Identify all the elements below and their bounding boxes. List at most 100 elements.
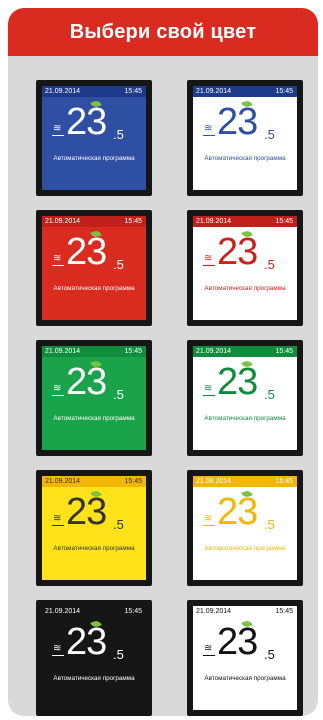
mode-label: Автоматическая программа xyxy=(204,415,286,422)
time-label: 15:45 xyxy=(124,478,142,485)
mode-label: Автоматическая программа xyxy=(53,545,135,552)
mode-label: Автоматическая программа xyxy=(204,285,286,292)
mode-label: Автоматическая программа xyxy=(204,155,286,162)
theme-row-red: 21.09.2014 15:45 ≋ 23 .5 Автоматическая прогр… xyxy=(36,210,306,326)
status-bar: 21.09.2014 15:45 xyxy=(42,86,146,97)
theme-option-yellow-white[interactable]: 21.09.2014 15:45 ≋ 23 .5 Автоматическая прогр… xyxy=(187,470,303,586)
temperature-value: 23 xyxy=(217,621,258,663)
heating-icon-underline xyxy=(203,265,215,266)
time-label: 15:45 xyxy=(124,88,142,95)
date-label: 21.09.2014 xyxy=(196,348,232,355)
heating-icon: ≋ xyxy=(204,513,213,524)
heating-icon-underline xyxy=(52,395,64,396)
theme-row-blue: 21.09.2014 15:45 ≋ 23 .5 Автоматическая прогр… xyxy=(36,80,306,196)
theme-option-black-filled[interactable]: 21.09.2014 15:45 ≋ 23 .5 Автоматическая прогр… xyxy=(36,600,152,716)
theme-option-green-white[interactable]: 21.09.2014 15:45 ≋ 23 .5 Автоматическая прогр… xyxy=(187,340,303,456)
thermostat-screen: 21.09.2014 15:45 ≋ 23 .5 Автоматическая прогр… xyxy=(42,216,146,320)
temperature-decimal: .5 xyxy=(264,647,275,662)
date-label: 21.09.2014 xyxy=(196,88,232,95)
heating-icon: ≋ xyxy=(204,383,213,394)
time-label: 15:45 xyxy=(275,218,293,225)
thermostat-screen: 21.09.2014 15:45 ≋ 23 .5 Автоматическая прогр… xyxy=(42,346,146,450)
temperature-value: 23 xyxy=(217,231,258,273)
theme-option-blue-filled[interactable]: 21.09.2014 15:45 ≋ 23 .5 Автоматическая прогр… xyxy=(36,80,152,196)
temperature-value: 23 xyxy=(217,491,258,533)
status-bar: 21.09.2014 15:45 xyxy=(193,476,297,487)
heating-icon: ≋ xyxy=(53,253,62,264)
heating-icon-underline xyxy=(52,135,64,136)
time-label: 15:45 xyxy=(275,88,293,95)
thermostat-screen: 21.09.2014 15:45 ≋ 23 .5 Автоматическая прогр… xyxy=(193,476,297,580)
date-label: 21.09.2014 xyxy=(196,478,232,485)
heating-icon-underline xyxy=(203,655,215,656)
temperature-value: 23 xyxy=(66,101,107,143)
time-label: 15:45 xyxy=(275,348,293,355)
color-chooser-panel: Выбери свой цвет 21.09.2014 15:45 ≋ 23 .5 Авт… xyxy=(8,8,318,716)
status-bar: 21.09.2014 15:45 xyxy=(193,346,297,357)
heating-icon: ≋ xyxy=(53,123,62,134)
heating-icon: ≋ xyxy=(53,643,62,654)
theme-option-red-filled[interactable]: 21.09.2014 15:45 ≋ 23 .5 Автоматическая прогр… xyxy=(36,210,152,326)
mode-label: Автоматическая программа xyxy=(204,675,286,682)
heating-icon: ≋ xyxy=(204,253,213,264)
theme-row-yellow: 21.09.2014 15:45 ≋ 23 .5 Автоматическая прогр… xyxy=(36,470,306,586)
mode-label: Автоматическая программа xyxy=(53,285,135,292)
date-label: 21.09.2014 xyxy=(45,478,81,485)
heating-icon-underline xyxy=(203,395,215,396)
banner-title: Выбери свой цвет xyxy=(8,8,318,56)
heating-icon: ≋ xyxy=(204,643,213,654)
status-bar: 21.09.2014 15:45 xyxy=(193,86,297,97)
heating-icon-underline xyxy=(203,525,215,526)
thermostat-screen: 21.09.2014 15:45 ≋ 23 .5 Автоматическая прогр… xyxy=(193,86,297,190)
heating-icon-underline xyxy=(52,265,64,266)
heating-icon-underline xyxy=(52,655,64,656)
temperature-value: 23 xyxy=(66,361,107,403)
heating-icon: ≋ xyxy=(204,123,213,134)
temperature-decimal: .5 xyxy=(113,257,124,272)
temperature-decimal: .5 xyxy=(113,127,124,142)
heating-icon: ≋ xyxy=(53,513,62,524)
temperature-value: 23 xyxy=(217,101,258,143)
theme-option-blue-white[interactable]: 21.09.2014 15:45 ≋ 23 .5 Автоматическая прогр… xyxy=(187,80,303,196)
date-label: 21.09.2014 xyxy=(45,348,81,355)
theme-option-green-filled[interactable]: 21.09.2014 15:45 ≋ 23 .5 Автоматическая прогр… xyxy=(36,340,152,456)
status-bar: 21.09.2014 15:45 xyxy=(42,476,146,487)
theme-option-black-white[interactable]: 21.09.2014 15:45 ≋ 23 .5 Автоматическая прогр… xyxy=(187,600,303,716)
temperature-value: 23 xyxy=(66,231,107,273)
mode-label: Автоматическая программа xyxy=(53,415,135,422)
thermostat-screen: 21.09.2014 15:45 ≋ 23 .5 Автоматическая прогр… xyxy=(193,216,297,320)
thermostat-screen: 21.09.2014 15:45 ≋ 23 .5 Автоматическая прогр… xyxy=(42,476,146,580)
heating-icon-underline xyxy=(203,135,215,136)
date-label: 21.09.2014 xyxy=(45,608,81,615)
status-bar: 21.09.2014 15:45 xyxy=(193,606,297,617)
temperature-decimal: .5 xyxy=(113,647,124,662)
temperature-decimal: .5 xyxy=(264,127,275,142)
time-label: 15:45 xyxy=(275,478,293,485)
theme-option-yellow-filled[interactable]: 21.09.2014 15:45 ≋ 23 .5 Автоматическая прогр… xyxy=(36,470,152,586)
temperature-decimal: .5 xyxy=(264,517,275,532)
thermostat-screen: 21.09.2014 15:45 ≋ 23 .5 Автоматическая прогр… xyxy=(42,86,146,190)
time-label: 15:45 xyxy=(275,608,293,615)
status-bar: 21.09.2014 15:45 xyxy=(193,216,297,227)
mode-label: Автоматическая программа xyxy=(53,155,135,162)
heating-icon: ≋ xyxy=(53,383,62,394)
theme-row-green: 21.09.2014 15:45 ≋ 23 .5 Автоматическая прогр… xyxy=(36,340,306,456)
temperature-decimal: .5 xyxy=(264,257,275,272)
thermostat-screen: 21.09.2014 15:45 ≋ 23 .5 Автоматическая прогр… xyxy=(193,346,297,450)
theme-row-black: 21.09.2014 15:45 ≋ 23 .5 Автоматическая прогр… xyxy=(36,600,306,716)
mode-label: Автоматическая программа xyxy=(204,545,286,552)
thermostat-screen: 21.09.2014 15:45 ≋ 23 .5 Автоматическая прогр… xyxy=(42,606,146,710)
heating-icon-underline xyxy=(52,525,64,526)
temperature-decimal: .5 xyxy=(113,517,124,532)
temperature-value: 23 xyxy=(66,621,107,663)
status-bar: 21.09.2014 15:45 xyxy=(42,346,146,357)
status-bar: 21.09.2014 15:45 xyxy=(42,606,146,617)
theme-option-red-white[interactable]: 21.09.2014 15:45 ≋ 23 .5 Автоматическая прогр… xyxy=(187,210,303,326)
date-label: 21.09.2014 xyxy=(196,608,232,615)
date-label: 21.09.2014 xyxy=(45,218,81,225)
temperature-decimal: .5 xyxy=(113,387,124,402)
date-label: 21.09.2014 xyxy=(196,218,232,225)
date-label: 21.09.2014 xyxy=(45,88,81,95)
time-label: 15:45 xyxy=(124,348,142,355)
temperature-value: 23 xyxy=(66,491,107,533)
